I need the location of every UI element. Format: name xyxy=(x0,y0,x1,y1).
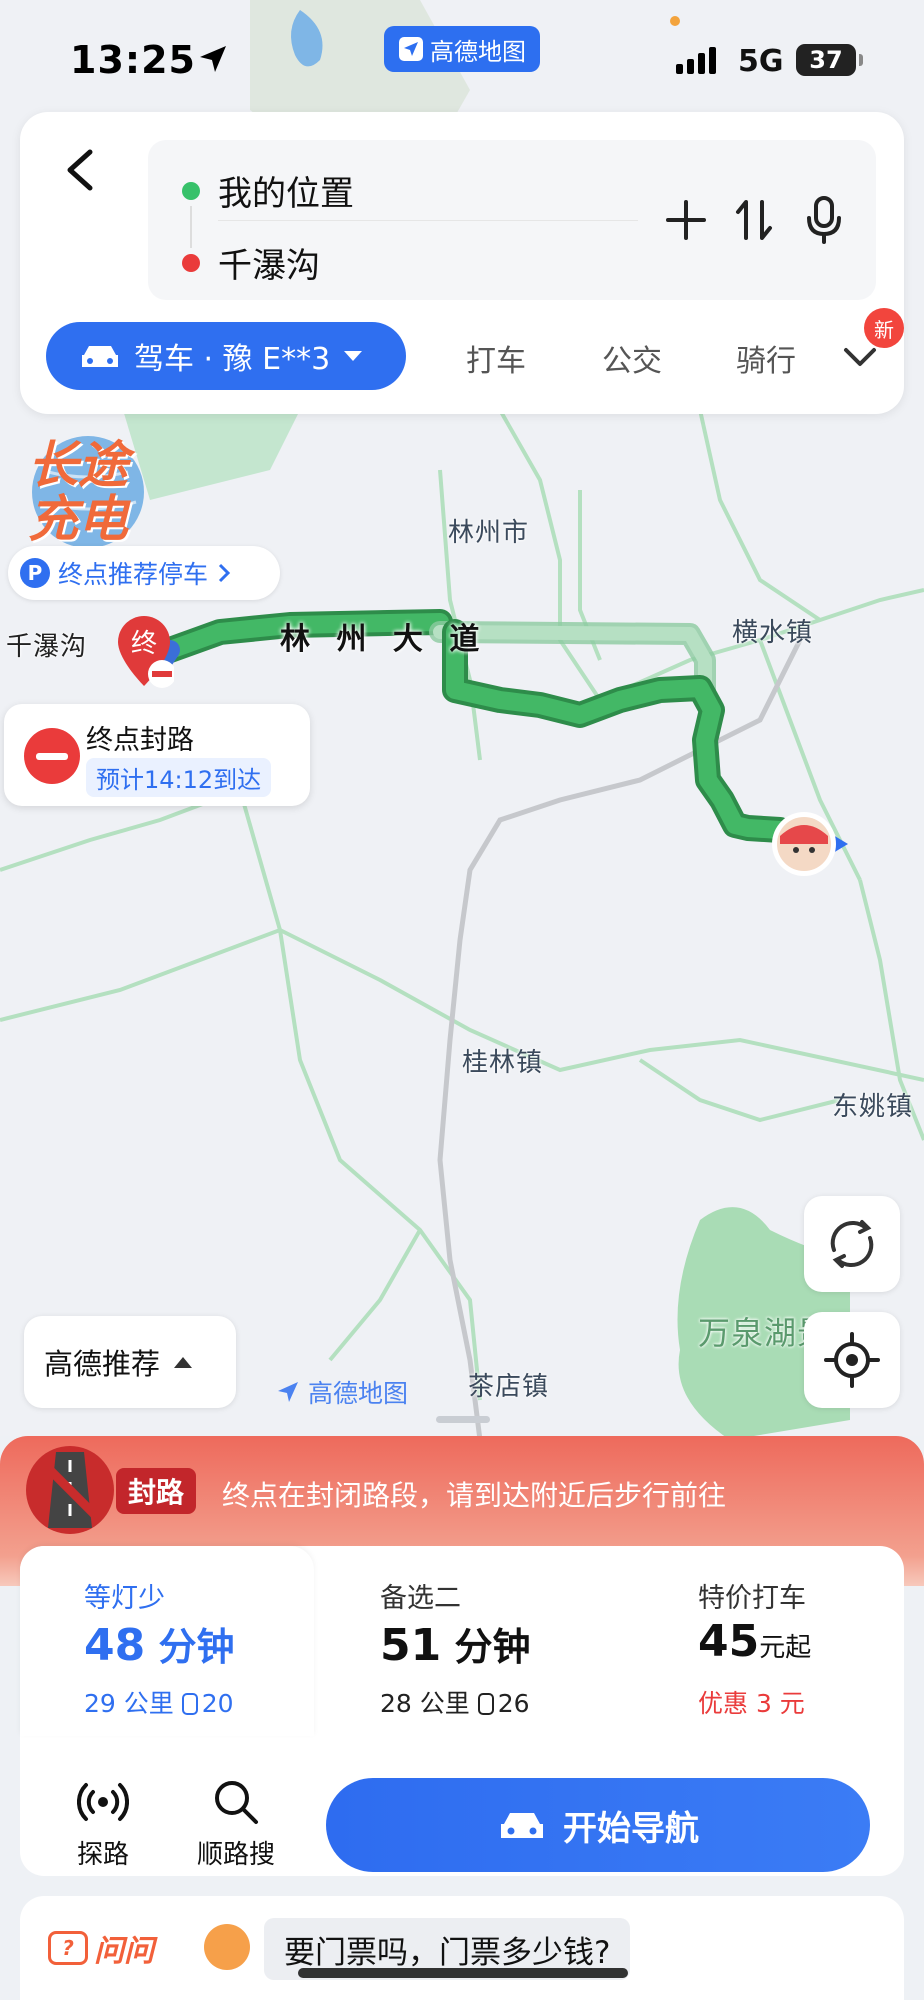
route-preference-button[interactable]: 高德推荐 xyxy=(24,1316,236,1408)
start-navigation-label: 开始导航 xyxy=(563,1808,699,1849)
destination-closed-bubble[interactable]: 终点封路 预计14:12到达 xyxy=(4,704,310,806)
bottom-sheet: 封路 终点在封闭路段，请到达附近后步行前往 等灯少 48 分钟 29 公里 20 … xyxy=(0,1436,924,2000)
location-arrow-icon xyxy=(200,46,226,72)
route-option-time: 48 分钟 xyxy=(84,1620,235,1671)
return-to-app-pill[interactable]: 高德地图 xyxy=(384,26,540,72)
map-place-hengshui[interactable]: 横水镇 xyxy=(732,612,813,649)
car-icon xyxy=(501,1813,543,1838)
car-icon xyxy=(82,346,118,367)
locate-me-button[interactable] xyxy=(804,1312,900,1408)
route-option-time: 51 分钟 xyxy=(380,1620,531,1671)
map-watermark: 高德地图 xyxy=(274,1374,408,1410)
swap-route-icon[interactable] xyxy=(732,196,776,244)
eta-label: 预计14:12到达 xyxy=(86,758,272,797)
start-navigation-button[interactable]: 开始导航 xyxy=(326,1778,870,1872)
new-badge: 新 xyxy=(864,308,904,348)
map-place-chadian[interactable]: 茶店镇 xyxy=(468,1366,549,1403)
taxi-option-tag: 特价打车 xyxy=(698,1583,806,1614)
explore-label: 探路 xyxy=(76,1840,129,1870)
closure-message: 终点在封闭路段，请到达附近后步行前往 xyxy=(222,1479,727,1512)
sheet-drag-handle[interactable] xyxy=(436,1416,490,1423)
destination-dot-icon xyxy=(182,254,200,272)
radar-icon xyxy=(77,1783,129,1821)
map-place-guilin[interactable]: 桂林镇 xyxy=(462,1042,543,1079)
svg-text:终: 终 xyxy=(131,629,157,659)
current-location-avatar-icon[interactable] xyxy=(768,804,848,884)
mode-bus-tab[interactable]: 公交 xyxy=(602,336,662,380)
route-option-2[interactable]: 备选二 51 分钟 28 公里 26 xyxy=(314,1546,608,1736)
battery-icon: 37 xyxy=(796,44,863,76)
map-place-destination[interactable]: 千瀑沟 xyxy=(6,626,87,663)
recommended-parking-button[interactable]: P 终点推荐停车 xyxy=(8,546,280,600)
long-trip-charging-badge[interactable]: 长途充电 xyxy=(28,438,158,546)
destination-field[interactable]: 千瀑沟 xyxy=(218,238,320,287)
privacy-indicator-icon xyxy=(670,16,680,26)
travel-mode-bar: 驾车 · 豫 E**3 打车 公交 骑行 新 xyxy=(46,308,904,390)
caret-down-icon xyxy=(344,351,363,361)
taxi-price: 45元起 xyxy=(698,1616,812,1667)
home-indicator[interactable] xyxy=(298,1968,628,1978)
route-option-meta: 29 公里 20 xyxy=(84,1689,234,1718)
search-along-route-button[interactable]: 顺路搜 xyxy=(186,1776,286,1871)
map-place-dongyao[interactable]: 东姚镇 xyxy=(832,1086,913,1123)
route-option-meta: 28 公里 26 xyxy=(380,1689,530,1718)
ask-assistant-bar[interactable]: ? 问问 要门票吗，门票多少钱? xyxy=(20,1896,904,2000)
explore-route-button[interactable]: 探路 xyxy=(58,1776,148,1871)
route-preference-label: 高德推荐 xyxy=(44,1347,161,1381)
amap-logo-icon xyxy=(278,1382,298,1402)
ask-logo: ? 问问 xyxy=(48,1926,154,1970)
assistant-avatar-icon xyxy=(204,1924,250,1970)
route-option-tag: 备选二 xyxy=(380,1583,461,1614)
closure-tag: 封路 xyxy=(116,1468,197,1514)
input-divider xyxy=(218,220,638,221)
destination-pin-icon[interactable]: 终 xyxy=(114,612,174,690)
origin-dot-icon xyxy=(182,182,200,200)
mode-taxi-tab[interactable]: 打车 xyxy=(466,336,526,380)
parking-icon: P xyxy=(20,558,50,588)
status-bar: 13:25 高德地图 5G 37 xyxy=(0,0,924,110)
origin-field[interactable]: 我的位置 xyxy=(218,166,354,215)
taxi-option[interactable]: 特价打车 45元起 优惠 3 元 xyxy=(608,1546,904,1736)
road-name-label: 林 州 大 道 xyxy=(280,622,488,657)
search-icon xyxy=(215,1781,258,1824)
mode-bike-tab[interactable]: 骑行 xyxy=(736,336,796,380)
search-along-label: 顺路搜 xyxy=(196,1840,275,1870)
parking-label: 终点推荐停车 xyxy=(58,560,209,589)
microphone-icon[interactable] xyxy=(804,194,844,246)
mode-drive-button[interactable]: 驾车 · 豫 E**3 xyxy=(46,322,406,390)
chevron-right-icon xyxy=(218,563,231,583)
amap-logo-icon xyxy=(399,37,423,61)
cellular-signal-icon xyxy=(676,46,716,74)
route-options-card: 等灯少 48 分钟 29 公里 20 备选二 51 分钟 28 公里 26 特价打车… xyxy=(20,1546,904,1876)
network-type: 5G xyxy=(738,44,784,79)
traffic-light-icon xyxy=(477,1693,494,1715)
watermark-label: 高德地图 xyxy=(308,1379,409,1408)
route-inputs: 我的位置 千瀑沟 xyxy=(148,140,876,300)
route-connector xyxy=(190,206,192,248)
map-place-linzhou[interactable]: 林州市 xyxy=(448,512,529,549)
route-planner-card: 我的位置 千瀑沟 驾车 · 豫 E**3 打车 公交 骑行 新 xyxy=(20,112,904,414)
mode-drive-label: 驾车 · 豫 E**3 xyxy=(134,342,331,377)
route-option-1[interactable]: 等灯少 48 分钟 29 公里 20 xyxy=(20,1546,314,1736)
taxi-discount: 优惠 3 元 xyxy=(698,1689,805,1718)
destination-closed-title: 终点封路 xyxy=(86,725,194,756)
road-closed-icon xyxy=(26,1446,114,1534)
add-waypoint-icon[interactable] xyxy=(664,198,708,242)
crosshair-icon xyxy=(824,1332,880,1388)
refresh-icon xyxy=(830,1220,874,1268)
status-time: 13:25 xyxy=(70,38,196,82)
no-entry-icon xyxy=(24,728,80,784)
route-option-tag: 等灯少 xyxy=(84,1583,165,1614)
traffic-light-icon xyxy=(181,1693,198,1715)
refresh-route-button[interactable] xyxy=(804,1196,900,1292)
question-icon: ? xyxy=(48,1931,88,1965)
app-pill-label: 高德地图 xyxy=(430,37,526,66)
caret-up-icon xyxy=(174,1356,193,1368)
back-arrow-icon[interactable] xyxy=(54,140,110,200)
